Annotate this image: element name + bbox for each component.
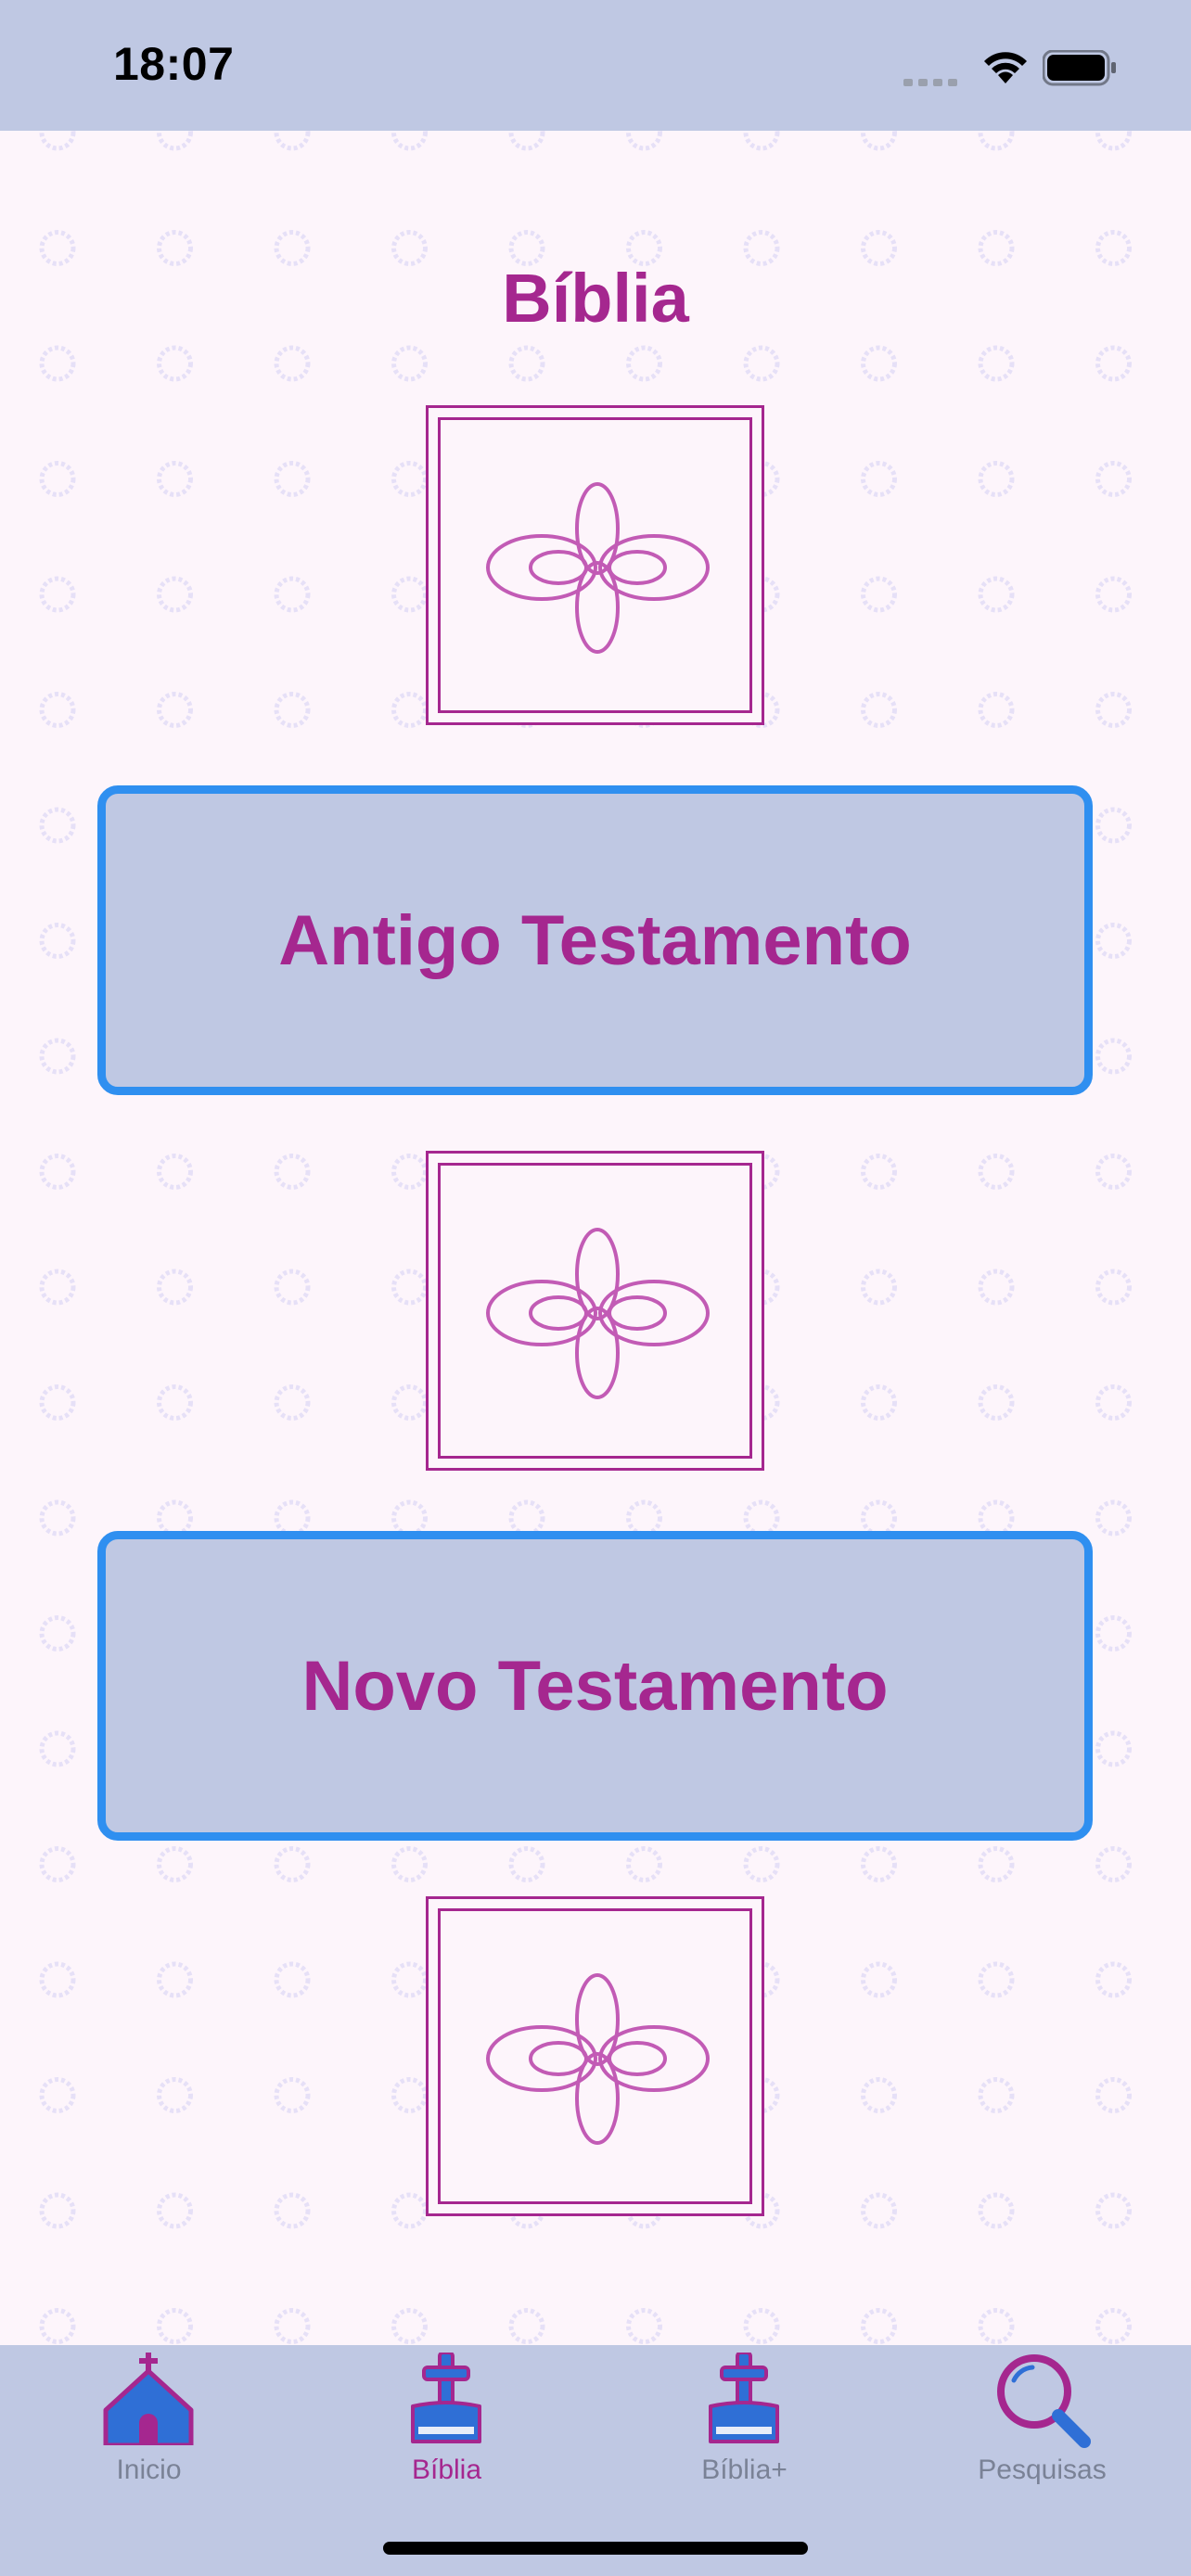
bible-screen[interactable]: Bíblia Antigo Testamento Novo Testamento	[0, 131, 1191, 2345]
status-time: 18:07	[113, 38, 235, 90]
bible-cross-icon	[708, 2353, 779, 2443]
old-testament-button[interactable]: Antigo Testamento	[97, 785, 1093, 1095]
tab-pesquisas-label: Pesquisas	[978, 2455, 1107, 2485]
old-testament-label: Antigo Testamento	[278, 900, 912, 980]
tab-inicio[interactable]: Inicio	[0, 2345, 298, 2503]
tab-biblia-plus[interactable]: Bíblia+	[596, 2345, 893, 2503]
tab-biblia-plus-label: Bíblia+	[701, 2455, 788, 2485]
ornament-frame	[426, 1896, 764, 2216]
tab-biblia-label: Bíblia	[411, 2455, 482, 2485]
celtic-knot-icon	[486, 482, 710, 654]
new-testament-label: Novo Testamento	[301, 1646, 889, 1726]
celtic-knot-icon	[486, 1228, 710, 1399]
status-bar: 18:07	[0, 0, 1191, 131]
wifi-icon	[984, 52, 1027, 83]
tab-pesquisas[interactable]: Pesquisas	[893, 2345, 1191, 2503]
new-testament-button[interactable]: Novo Testamento	[97, 1531, 1093, 1841]
magnifier-icon	[996, 2354, 1091, 2448]
celtic-knot-icon	[486, 1973, 710, 2145]
status-icons	[903, 46, 1126, 93]
battery-icon	[1043, 50, 1116, 86]
tab-inicio-label: Inicio	[116, 2455, 182, 2485]
page-title: Bíblia	[502, 260, 689, 337]
home-indicator[interactable]	[383, 2542, 808, 2555]
bible-cross-icon	[410, 2353, 481, 2443]
ornament-frame	[426, 1151, 764, 1471]
tab-biblia[interactable]: Bíblia	[298, 2345, 596, 2503]
signal-icon	[903, 74, 963, 91]
ornament-frame	[426, 405, 764, 725]
tab-bar: Inicio Bíblia Bíblia+ Pesquisas	[0, 2345, 1191, 2576]
church-icon	[103, 2353, 193, 2445]
